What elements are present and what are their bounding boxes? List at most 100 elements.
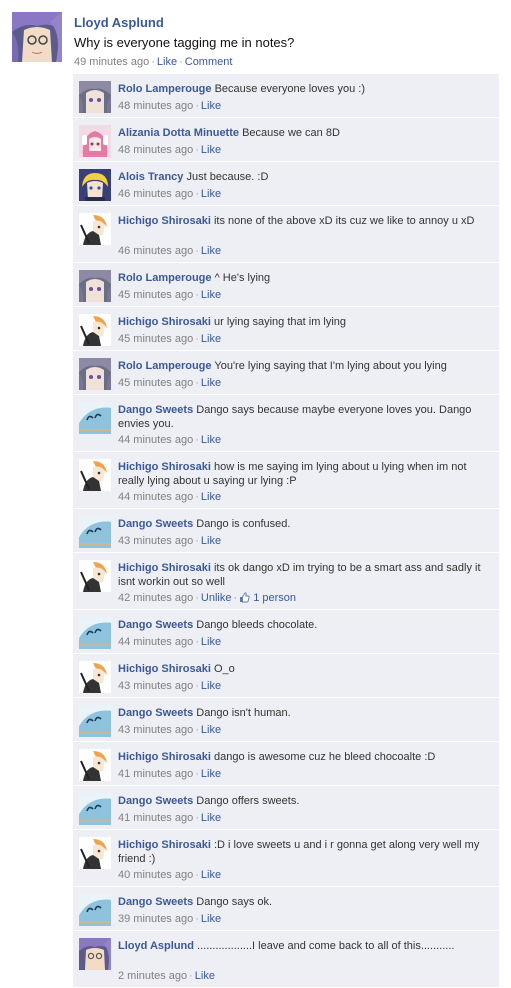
comment-author[interactable]: Alizania Dotta Minuette <box>118 127 239 139</box>
status-post: Lloyd Asplund Why is everyone tagging me… <box>12 12 502 70</box>
list-item: Lloyd Asplund ..................I leave … <box>73 931 499 988</box>
like-link[interactable]: Like <box>201 636 221 648</box>
avatar[interactable] <box>79 837 111 869</box>
avatar[interactable] <box>79 749 111 781</box>
comment-meta: 44 minutes ago · Like <box>118 636 222 648</box>
avatar[interactable] <box>12 12 62 62</box>
comment-author[interactable]: Dango Sweets <box>118 404 193 416</box>
avatar[interactable] <box>79 560 111 592</box>
like-link[interactable]: Like <box>201 869 221 881</box>
comment-text: Because we can 8D <box>242 127 340 139</box>
comment-author[interactable]: Lloyd Asplund <box>118 940 194 952</box>
avatar[interactable] <box>79 125 111 157</box>
like-link[interactable]: Like <box>201 144 221 156</box>
comment-text: ^ He's lying <box>214 272 271 284</box>
avatar[interactable] <box>79 938 111 970</box>
list-item: Alizania Dotta Minuette Because we can 8… <box>73 118 499 162</box>
comment-author[interactable]: Hichigo Shirosaki <box>118 461 211 473</box>
comment-text: ..................I leave and come back … <box>197 940 455 952</box>
comment-time: 43 minutes ago <box>118 724 194 736</box>
comment-time: 43 minutes ago <box>118 535 194 547</box>
comment-meta: 2 minutes ago · Like <box>118 970 215 982</box>
like-link[interactable]: Like <box>201 188 221 200</box>
avatar[interactable] <box>79 314 111 346</box>
comment-text: Just because. :D <box>186 171 269 183</box>
comment-author[interactable]: Hichigo Shirosaki <box>118 562 211 574</box>
like-link[interactable]: Like <box>157 56 177 68</box>
comment-author[interactable]: Hichigo Shirosaki <box>118 215 211 227</box>
comment-text: O_o <box>213 663 235 675</box>
avatar[interactable] <box>79 270 111 302</box>
like-link[interactable]: Like <box>201 491 221 503</box>
like-link[interactable]: Like <box>201 535 221 547</box>
comment-meta: 48 minutes ago · Like <box>118 144 222 156</box>
like-link[interactable]: Like <box>201 289 221 301</box>
comment-meta: 46 minutes ago · Like <box>118 245 222 257</box>
avatar[interactable] <box>79 459 111 491</box>
like-link[interactable]: Like <box>201 333 221 345</box>
comment-meta: 39 minutes ago · Like <box>118 913 222 925</box>
comment-link[interactable]: Comment <box>185 56 233 68</box>
avatar[interactable] <box>79 516 111 548</box>
comment-author[interactable]: Dango Sweets <box>118 896 193 908</box>
like-link[interactable]: Like <box>201 680 221 692</box>
avatar[interactable] <box>79 617 111 649</box>
comment-time: 41 minutes ago <box>118 812 194 824</box>
like-link[interactable]: Like <box>201 913 221 925</box>
comment-author[interactable]: Hichigo Shirosaki <box>118 751 211 763</box>
avatar[interactable] <box>79 793 111 825</box>
like-link[interactable]: Like <box>201 245 221 257</box>
like-link[interactable]: Like <box>201 768 221 780</box>
comment-time: 44 minutes ago <box>118 434 194 446</box>
comment-text: Dango bleeds chocolate. <box>196 619 318 631</box>
likes-count-link[interactable]: 1 person <box>253 592 296 604</box>
avatar[interactable] <box>79 358 111 390</box>
like-link[interactable]: Like <box>201 377 221 389</box>
comment-author[interactable]: Rolo Lamperouge <box>118 83 212 95</box>
comment-author[interactable]: Hichigo Shirosaki <box>118 316 211 328</box>
comment-author[interactable]: Rolo Lamperouge <box>118 272 212 284</box>
comment-list: Rolo Lamperouge Because everyone loves y… <box>73 74 499 988</box>
comment-time: 48 minutes ago <box>118 144 194 156</box>
comment-time: 46 minutes ago <box>118 245 194 257</box>
comment-author[interactable]: Dango Sweets <box>118 707 193 719</box>
comment-meta: 46 minutes ago · Like <box>118 188 222 200</box>
comment-author[interactable]: Dango Sweets <box>118 795 193 807</box>
avatar[interactable] <box>79 661 111 693</box>
list-item: Alois Trancy Just because. :D 46 minutes… <box>73 162 499 206</box>
like-link[interactable]: Like <box>201 724 221 736</box>
list-item: Dango Sweets Dango says ok. 39 minutes a… <box>73 887 499 931</box>
comment-meta: 43 minutes ago · Like <box>118 535 222 547</box>
comment-meta: 45 minutes ago · Like <box>118 377 222 389</box>
comment-author[interactable]: Dango Sweets <box>118 518 193 530</box>
list-item: Hichigo Shirosaki ur lying saying that i… <box>73 307 499 351</box>
avatar[interactable] <box>79 402 111 434</box>
comment-author[interactable]: Hichigo Shirosaki <box>118 839 211 851</box>
like-link[interactable]: Like <box>201 100 221 112</box>
post-author[interactable]: Lloyd Asplund <box>74 15 164 30</box>
avatar[interactable] <box>79 894 111 926</box>
like-link[interactable]: Like <box>201 812 221 824</box>
comment-text: dango is awesome cuz he bleed chocoalte … <box>213 751 436 763</box>
like-link[interactable]: Like <box>195 970 215 982</box>
list-item: Hichigo Shirosaki O_o 43 minutes ago · Lik… <box>73 654 499 698</box>
comment-author[interactable]: Hichigo Shirosaki <box>118 663 211 675</box>
comment-time: 45 minutes ago <box>118 289 194 301</box>
post-meta: 49 minutes ago · Like · Comment <box>74 56 233 68</box>
unlike-link[interactable]: Unlike <box>201 592 232 604</box>
comment-time: 45 minutes ago <box>118 333 194 345</box>
comment-author[interactable]: Rolo Lamperouge <box>118 360 212 372</box>
avatar[interactable] <box>79 169 111 201</box>
comment-author[interactable]: Dango Sweets <box>118 619 193 631</box>
like-link[interactable]: Like <box>201 434 221 446</box>
comment-text: Dango says ok. <box>196 896 273 908</box>
comment-meta: 41 minutes ago · Like <box>118 768 222 780</box>
comment-text: You're lying saying that I'm lying about… <box>214 360 447 372</box>
avatar[interactable] <box>79 705 111 737</box>
comment-time: 39 minutes ago <box>118 913 194 925</box>
avatar[interactable] <box>79 81 111 113</box>
list-item: Dango Sweets Dango is confused. 43 minut… <box>73 509 499 553</box>
avatar[interactable] <box>79 213 111 245</box>
comment-author[interactable]: Alois Trancy <box>118 171 183 183</box>
list-item: Hichigo Shirosaki its ok dango xD im try… <box>73 553 499 610</box>
